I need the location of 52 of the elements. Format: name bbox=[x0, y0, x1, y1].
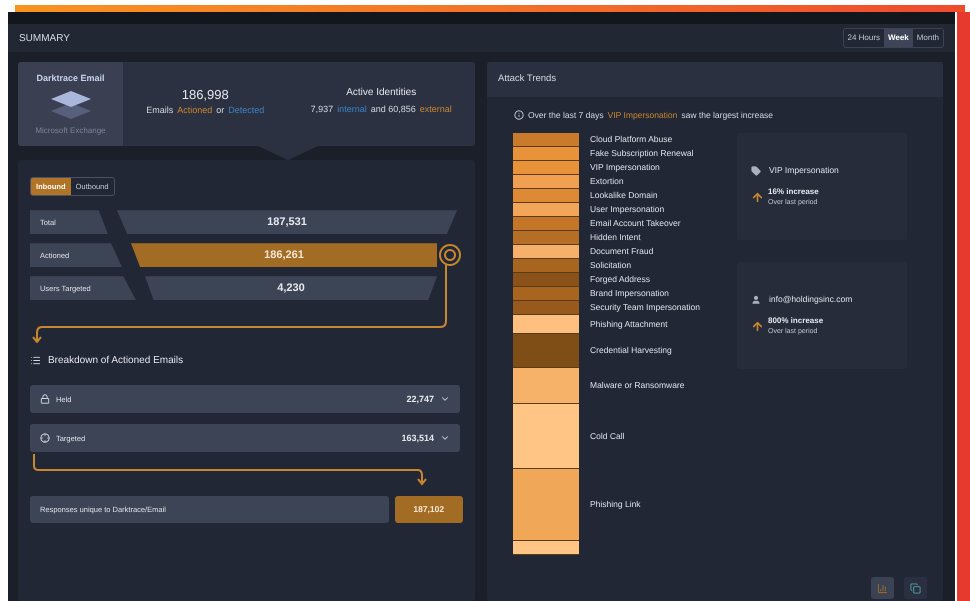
category-label: Document Fraud bbox=[590, 245, 654, 258]
product-name: Darktrace Email bbox=[36, 72, 105, 85]
category-label: Forged Address bbox=[590, 273, 650, 286]
arrow-up-icon bbox=[751, 190, 764, 204]
category-label: Malware or Ransomware bbox=[590, 379, 684, 392]
category-label: Solicitation bbox=[590, 259, 632, 272]
funnel-bar: 4,230 bbox=[145, 276, 437, 300]
time-range-tab[interactable]: 24 Hours bbox=[844, 29, 884, 47]
attack-trends-title: Attack Trends bbox=[498, 72, 556, 86]
category-label: Cloud Platform Abuse bbox=[590, 133, 672, 146]
highlight-name: info@holdingsinc.com bbox=[769, 293, 852, 306]
increase-value: 800% increase bbox=[768, 314, 824, 327]
category-label: Extortion bbox=[590, 175, 624, 188]
category-label: Hidden Intent bbox=[590, 231, 641, 244]
category-label: Phishing Link bbox=[590, 498, 641, 512]
emails-count: 186,998 bbox=[182, 86, 229, 104]
category-label: User Impersonation bbox=[590, 203, 664, 216]
category-label: Security Team Impersonation bbox=[590, 301, 700, 314]
list-icon bbox=[30, 355, 41, 366]
platform-name: Microsoft Exchange bbox=[35, 124, 106, 136]
target-icon bbox=[437, 242, 463, 268]
copy-view-button[interactable] bbox=[904, 577, 927, 599]
identities-caption: 7,937 internal and 60,856 external bbox=[310, 103, 452, 116]
category-label: Phishing Attachment bbox=[590, 318, 668, 331]
category-label: Email Account Takeover bbox=[590, 217, 681, 230]
unique-responses-value: 187,102 bbox=[394, 496, 463, 524]
info-icon bbox=[514, 110, 524, 120]
funnel-bar: 186,261 bbox=[131, 243, 437, 268]
tag-icon bbox=[751, 166, 761, 176]
summary-title: SUMMARY bbox=[19, 32, 70, 46]
user-icon bbox=[751, 294, 761, 304]
funnel-bar: 187,531 bbox=[117, 210, 457, 234]
crosshair-icon bbox=[40, 433, 50, 444]
emails-caption: Emails Actioned or Detected bbox=[146, 104, 264, 117]
identities-title: Active Identities bbox=[346, 86, 416, 100]
time-range-tab[interactable]: Month bbox=[912, 29, 943, 47]
time-range-tab[interactable]: Week bbox=[884, 29, 913, 47]
arrow-up-icon bbox=[751, 320, 764, 333]
copy-icon bbox=[910, 582, 921, 594]
breakdown-title: Breakdown of Actioned Emails bbox=[48, 354, 184, 368]
category-label: Credential Harvesting bbox=[590, 344, 672, 358]
lock-icon bbox=[40, 394, 50, 404]
category-label: Brand Impersonation bbox=[590, 287, 669, 300]
category-label: Lookalike Domain bbox=[590, 189, 658, 202]
category-label: Fake Subscription Renewal bbox=[590, 147, 694, 160]
category-label: VIP Impersonation bbox=[590, 161, 660, 174]
trend-note: Over the last 7 days VIP Impersonation saw the largest increase bbox=[528, 109, 774, 122]
category-label: Cold Call bbox=[590, 430, 624, 443]
highlight-name: VIP Impersonation bbox=[769, 164, 839, 177]
chart-view-button[interactable] bbox=[871, 577, 894, 599]
increase-value: 16% increase bbox=[768, 186, 819, 198]
bar-chart-icon bbox=[877, 582, 888, 594]
